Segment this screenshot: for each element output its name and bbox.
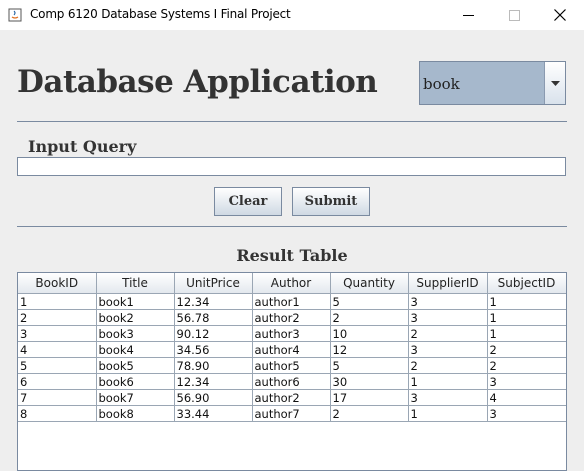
table-cell[interactable]: 2: [408, 325, 488, 342]
table-cell[interactable]: 8: [18, 405, 97, 422]
column-header[interactable]: BookID: [18, 273, 97, 294]
column-header[interactable]: UnitPrice: [174, 273, 253, 294]
divider-top: [17, 121, 567, 122]
table-cell[interactable]: 2: [330, 309, 409, 326]
table-row[interactable]: 1 book1 12.34 author1 5 3 1: [18, 293, 566, 310]
table-cell[interactable]: book4: [96, 341, 175, 358]
table-cell[interactable]: 1: [18, 293, 97, 310]
table-cell[interactable]: 3: [487, 405, 566, 422]
table-cell[interactable]: 2: [408, 357, 488, 374]
table-row[interactable]: 4 book4 34.56 author4 12 3 2: [18, 341, 566, 358]
maximize-button[interactable]: [491, 0, 537, 30]
table-cell[interactable]: 1: [487, 325, 566, 342]
table-cell[interactable]: 2: [330, 405, 409, 422]
table-row[interactable]: 6 book6 12.34 author6 30 1 3: [18, 373, 566, 390]
maximize-icon: [508, 9, 520, 21]
result-table-title: Result Table: [236, 246, 348, 265]
table-cell[interactable]: author2: [252, 309, 331, 326]
column-header[interactable]: Title: [96, 273, 175, 294]
table-row[interactable]: 7 book7 56.90 author2 17 3 4: [18, 389, 566, 406]
table-cell[interactable]: 34.56: [174, 341, 253, 358]
table-cell[interactable]: author3: [252, 325, 331, 342]
table-cell[interactable]: author1: [252, 293, 331, 310]
table-cell[interactable]: book1: [96, 293, 175, 310]
table-row[interactable]: 2 book2 56.78 author2 2 3 1: [18, 309, 566, 326]
clear-button[interactable]: Clear: [214, 187, 282, 216]
minimize-icon: [462, 14, 474, 16]
table-cell[interactable]: author2: [252, 389, 331, 406]
table-cell[interactable]: 12.34: [174, 373, 253, 390]
table-cell[interactable]: 4: [487, 389, 566, 406]
input-query-label: Input Query: [28, 137, 137, 156]
table-cell[interactable]: book7: [96, 389, 175, 406]
table-cell[interactable]: 3: [408, 293, 488, 310]
table-cell[interactable]: author4: [252, 341, 331, 358]
table-cell[interactable]: 1: [487, 309, 566, 326]
table-cell[interactable]: 12: [330, 341, 409, 358]
result-table: BookID Title UnitPrice Author Quantity S…: [18, 273, 566, 422]
table-cell[interactable]: 17: [330, 389, 409, 406]
table-cell[interactable]: 5: [330, 293, 409, 310]
chevron-down-icon: [550, 80, 560, 86]
table-cell[interactable]: 10: [330, 325, 409, 342]
table-cell[interactable]: book2: [96, 309, 175, 326]
java-app-icon: [8, 8, 22, 22]
table-cell[interactable]: author5: [252, 357, 331, 374]
column-header[interactable]: SubjectID: [487, 273, 566, 294]
app-heading: Database Application: [17, 64, 378, 100]
close-icon: [554, 9, 566, 21]
table-cell[interactable]: 1: [408, 405, 488, 422]
table-cell[interactable]: 78.90: [174, 357, 253, 374]
table-cell[interactable]: book5: [96, 357, 175, 374]
column-header[interactable]: Quantity: [330, 273, 409, 294]
table-cell[interactable]: book8: [96, 405, 175, 422]
table-row[interactable]: 5 book5 78.90 author5 5 2 2: [18, 357, 566, 374]
table-cell[interactable]: 90.12: [174, 325, 253, 342]
table-select-dropdown[interactable]: book: [419, 61, 566, 105]
column-header[interactable]: Author: [252, 273, 331, 294]
table-cell[interactable]: 3: [408, 389, 488, 406]
table-cell[interactable]: 5: [18, 357, 97, 374]
table-cell[interactable]: 2: [487, 357, 566, 374]
table-cell[interactable]: 7: [18, 389, 97, 406]
close-button[interactable]: [537, 0, 583, 30]
table-cell[interactable]: 3: [408, 341, 488, 358]
table-cell[interactable]: book3: [96, 325, 175, 342]
table-row[interactable]: 8 book8 33.44 author7 2 1 3: [18, 405, 566, 422]
table-cell[interactable]: 2: [487, 341, 566, 358]
table-cell[interactable]: 4: [18, 341, 97, 358]
minimize-button[interactable]: [445, 0, 491, 30]
table-cell[interactable]: 3: [408, 309, 488, 326]
column-header[interactable]: SupplierID: [408, 273, 488, 294]
table-cell[interactable]: book6: [96, 373, 175, 390]
table-cell[interactable]: 2: [18, 309, 97, 326]
title-bar: Comp 6120 Database Systems I Final Proje…: [0, 0, 584, 30]
table-cell[interactable]: author6: [252, 373, 331, 390]
divider-bottom: [17, 226, 567, 227]
submit-button[interactable]: Submit: [292, 187, 370, 216]
table-cell[interactable]: 56.78: [174, 309, 253, 326]
table-cell[interactable]: 12.34: [174, 293, 253, 310]
table-cell[interactable]: 1: [487, 293, 566, 310]
table-cell[interactable]: 5: [330, 357, 409, 374]
table-cell[interactable]: 30: [330, 373, 409, 390]
table-cell[interactable]: 3: [487, 373, 566, 390]
dropdown-arrow-button[interactable]: [544, 62, 565, 104]
table-cell[interactable]: author7: [252, 405, 331, 422]
table-cell[interactable]: 3: [18, 325, 97, 342]
table-cell[interactable]: 1: [408, 373, 488, 390]
table-row[interactable]: 3 book3 90.12 author3 10 2 1: [18, 325, 566, 342]
table-cell[interactable]: 33.44: [174, 405, 253, 422]
table-cell[interactable]: 56.90: [174, 389, 253, 406]
result-table-container[interactable]: BookID Title UnitPrice Author Quantity S…: [17, 272, 567, 471]
table-select-value: book: [423, 75, 460, 93]
table-cell[interactable]: 6: [18, 373, 97, 390]
table-header-row: BookID Title UnitPrice Author Quantity S…: [18, 273, 566, 294]
query-input[interactable]: [17, 157, 566, 176]
window-title: Comp 6120 Database Systems I Final Proje…: [30, 7, 291, 21]
